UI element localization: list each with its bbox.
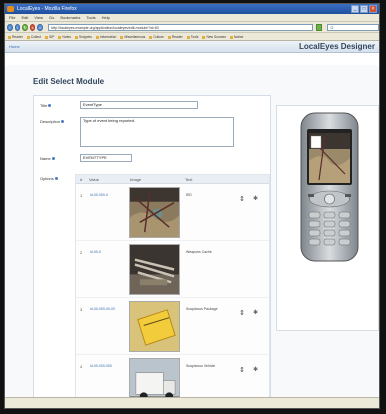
move-arrows-icon[interactable]: ⇕ [239, 366, 245, 374]
bookmark-item[interactable]: Reader [168, 33, 183, 40]
column-header: Text [185, 177, 193, 182]
window-title: LocalEyes - Mozilla Firefox [17, 6, 77, 12]
browser-window: LocalEyes - Mozilla Firefox _ □ × File E… [4, 3, 380, 409]
back-icon[interactable]: ‹ [7, 23, 13, 31]
stop-icon[interactable]: × [29, 23, 36, 31]
table-row: 3 id-00-000-00-00 Suspicious Package ⇕ ✱ [76, 298, 269, 355]
main-content: Edit Select Module Title EventType Descr… [5, 65, 379, 408]
bookmark-item[interactable]: Notice [230, 33, 243, 40]
options-label: Options [40, 176, 58, 181]
app-brand: LocalEyes Designer [298, 42, 375, 51]
app-header: Home LocalEyes Designer [5, 41, 379, 53]
option-image-package [129, 301, 180, 352]
help-icon[interactable] [51, 157, 55, 160]
menu-tools[interactable]: Tools [86, 14, 95, 21]
move-arrows-icon[interactable]: ⇕ [239, 195, 245, 203]
mobile-phone-preview [300, 112, 359, 262]
option-text: Weapons Cache [186, 250, 212, 254]
name-input[interactable]: EVENTTYPE [80, 154, 132, 162]
bookmarks-toolbar: Reader Collect IDP Notes Snippets Inform… [5, 33, 379, 41]
option-image-ied [129, 187, 180, 238]
title-input[interactable]: EventType [80, 101, 198, 109]
menu-help[interactable]: Help [102, 14, 110, 21]
title-bar: LocalEyes - Mozilla Firefox _ □ × [5, 4, 379, 14]
row-number: 1 [80, 193, 83, 198]
delete-x-icon[interactable]: ✱ [253, 309, 258, 316]
bookmark-item[interactable]: Miscellaneous [120, 33, 145, 40]
option-image-weapons [129, 244, 180, 295]
address-bar[interactable]: http://localeyes.example.org/application… [48, 23, 314, 31]
bookmark-item[interactable]: Notes [58, 33, 71, 40]
close-button[interactable]: × [369, 5, 377, 13]
delete-x-icon[interactable]: ✱ [253, 366, 258, 373]
menu-view[interactable]: View [34, 14, 43, 21]
help-icon[interactable] [54, 177, 58, 180]
row-number: 3 [80, 307, 83, 312]
reload-icon[interactable]: ↻ [22, 23, 28, 31]
go-button[interactable] [316, 23, 323, 31]
option-value-link[interactable]: id-00-000-0 [90, 193, 108, 197]
column-header: Value [89, 177, 99, 182]
name-label: Name [40, 156, 55, 161]
firefox-icon [7, 6, 14, 12]
options-table: # Value Image Text 1 id-00-000-0 IED ⇕ ✱… [75, 174, 270, 408]
home-link[interactable]: Home [9, 44, 20, 49]
status-bar [5, 397, 379, 408]
option-value-link[interactable]: id-00-000-00-00 [90, 307, 115, 311]
description-label: Description [40, 119, 65, 124]
title-label: Title [40, 103, 52, 108]
help-icon[interactable] [48, 104, 52, 107]
minimize-button[interactable]: _ [351, 5, 359, 13]
bookmark-item[interactable]: Reader [8, 33, 23, 40]
bookmark-item[interactable]: Information [96, 33, 117, 40]
maximize-button[interactable]: □ [360, 5, 368, 13]
phone-preview [276, 105, 379, 331]
help-icon[interactable] [61, 120, 65, 123]
row-number: 2 [80, 250, 83, 255]
bookmark-item[interactable]: Collect [27, 33, 41, 40]
bookmark-item[interactable]: New Sources [202, 33, 226, 40]
module-form: Title EventType Description Type of even… [33, 95, 271, 408]
search-box[interactable]: G [327, 23, 379, 31]
menu-edit[interactable]: Edit [21, 14, 28, 21]
page-title: Edit Select Module [33, 77, 105, 86]
option-value-link[interactable]: id-00-000-000 [90, 364, 112, 368]
bookmark-item[interactable]: IDP [45, 33, 55, 40]
table-row: 2 id-00-0 Weapons Cache [76, 241, 269, 298]
move-arrows-icon[interactable]: ⇕ [239, 309, 245, 317]
column-header: Image [130, 177, 142, 182]
table-row: 1 id-00-000-0 IED ⇕ ✱ [76, 184, 269, 241]
menu-bookmarks[interactable]: Bookmarks [60, 14, 80, 21]
option-value-link[interactable]: id-00-0 [90, 250, 101, 254]
description-textarea[interactable]: Type of event being reported. [80, 117, 234, 147]
row-number: 4 [80, 364, 83, 369]
bookmark-item[interactable]: Tools [187, 33, 199, 40]
bookmark-item[interactable]: Snippets [75, 33, 92, 40]
option-text: Suspicious Package [186, 307, 218, 311]
navigation-toolbar: ‹ › ↻ × ⌂ http://localeyes.example.org/a… [5, 22, 379, 33]
menu-go[interactable]: Go [49, 14, 54, 21]
column-header: # [80, 177, 83, 182]
delete-x-icon[interactable]: ✱ [253, 195, 258, 202]
bookmark-item[interactable]: Culture [149, 33, 164, 40]
option-text: IED [186, 193, 192, 197]
option-text: Suspicious Vehicle [186, 364, 216, 368]
forward-icon[interactable]: › [14, 23, 21, 31]
menu-file[interactable]: File [9, 14, 15, 21]
options-table-header: # Value Image Text [76, 175, 269, 184]
menu-bar: File Edit View Go Bookmarks Tools Help [5, 14, 379, 22]
home-icon[interactable]: ⌂ [37, 23, 44, 31]
